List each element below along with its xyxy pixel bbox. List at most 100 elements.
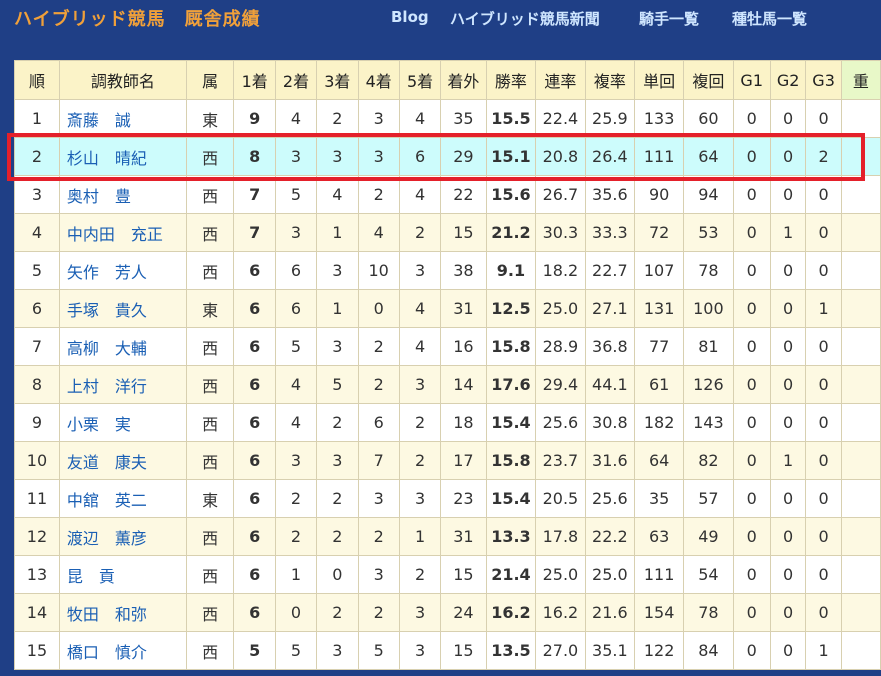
nav-jockey-list-link[interactable]: 騎手一覧	[639, 8, 699, 29]
cell-g3: 0	[805, 327, 842, 366]
col-header-affiliation[interactable]: 属	[185, 60, 235, 100]
cell-g2: 1	[769, 213, 807, 252]
cell-rank: 15	[14, 631, 60, 670]
cell-trainer-name[interactable]: 牧田 和弥	[58, 593, 187, 632]
cell-trainer-name[interactable]: 渡辺 薫彦	[58, 517, 187, 556]
cell-place-return: 100	[683, 289, 734, 328]
cell-second: 4	[274, 99, 318, 138]
col-header-trainer-name[interactable]: 調教師名	[58, 60, 187, 100]
cell-trainer-name[interactable]: 奥村 豊	[58, 175, 187, 214]
cell-place-return: 64	[683, 137, 734, 176]
cell-place-return: 60	[683, 99, 734, 138]
cell-g3: 0	[805, 99, 842, 138]
nav-hybrid-newspaper-link[interactable]: ハイブリッド競馬新聞	[450, 8, 600, 29]
cell-second: 5	[274, 175, 318, 214]
cell-g1: 0	[732, 517, 771, 556]
col-header-g3[interactable]: G3	[805, 60, 842, 100]
cell-trainer-name[interactable]: 友道 康夫	[58, 441, 187, 480]
cell-third: 3	[316, 251, 359, 290]
col-header-quinella-rate[interactable]: 連率	[535, 60, 586, 100]
trainer-stats-table-container[interactable]: 順調教師名属 1着 2着 3着 4着 5着 着外 勝率 連率 複率 単回 複回 G1 G2 G3 重 1 斎藤 …	[14, 60, 881, 676]
cell-first: 6	[233, 365, 276, 404]
col-header-fourth[interactable]: 4着	[357, 60, 400, 100]
cell-place-rate: 35.1	[584, 631, 636, 670]
cell-trainer-name[interactable]: 矢作 芳人	[58, 251, 187, 290]
cell-place-rate: 44.1	[584, 365, 636, 404]
cell-win-rate: 17.6	[485, 365, 537, 404]
table-row: 4 中内田 充正西 7 3 1 4 2 15 21.2 30.3 33.3 72 53 0 1 0	[14, 213, 881, 252]
cell-win-rate: 21.4	[485, 555, 537, 594]
nav-sire-list-link[interactable]: 種牡馬一覧	[732, 8, 807, 29]
cell-trainer-name[interactable]: 斎藤 誠	[58, 99, 187, 138]
cell-win-return: 77	[634, 327, 685, 366]
col-header-place-return[interactable]: 複回	[683, 60, 734, 100]
col-header-g1[interactable]: G1	[732, 60, 771, 100]
col-header-second[interactable]: 2着	[274, 60, 318, 100]
cell-fifth: 3	[398, 593, 442, 632]
cell-win-return: 64	[634, 441, 685, 480]
cell-trainer-name[interactable]: 小栗 実	[58, 403, 187, 442]
table-row: 7 高柳 大輔西 6 5 3 2 4 16 15.8 28.9 36.8 77 81 0 0 0	[14, 327, 881, 366]
table-row: 2 杉山 晴紀西 8 3 3 3 6 29 15.1 20.8 26.4 111 64 0 0 2	[14, 137, 881, 176]
cell-g2: 0	[769, 137, 807, 176]
table-row: 8 上村 洋行西 6 4 5 2 3 14 17.6 29.4 44.1 61 126 0 0 0	[14, 365, 881, 404]
table-row: 3 奥村 豊西 7 5 4 2 4 22 15.6 26.7 35.6 90 94 0 0 0	[14, 175, 881, 214]
cell-quinella-rate: 18.2	[535, 251, 586, 290]
cell-fourth: 2	[357, 517, 400, 556]
cell-g2: 1	[769, 441, 807, 480]
cell-quinella-rate: 25.6	[535, 403, 586, 442]
col-header-place-rate[interactable]: 複率	[584, 60, 636, 100]
cell-trainer-name[interactable]: 橋口 慎介	[58, 631, 187, 670]
cell-g2: 0	[769, 175, 807, 214]
cell-trainer-name[interactable]: 手塚 貴久	[58, 289, 187, 328]
col-header-unplaced[interactable]: 着外	[440, 60, 487, 100]
cell-win-rate: 15.1	[485, 137, 537, 176]
col-header-win-rate[interactable]: 勝率	[485, 60, 537, 100]
cell-fourth: 3	[357, 99, 400, 138]
cell-quinella-rate: 20.8	[535, 137, 586, 176]
cell-extra	[840, 517, 881, 556]
cell-place-return: 78	[683, 593, 734, 632]
cell-fourth: 3	[357, 555, 400, 594]
cell-trainer-name[interactable]: 中内田 充正	[58, 213, 187, 252]
cell-place-return: 49	[683, 517, 734, 556]
cell-place-return: 143	[683, 403, 734, 442]
col-header-g2[interactable]: G2	[769, 60, 807, 100]
cell-affiliation: 西	[185, 593, 235, 632]
cell-rank: 10	[14, 441, 60, 480]
cell-extra	[840, 593, 881, 632]
col-header-rank[interactable]: 順	[14, 60, 60, 100]
cell-g1: 0	[732, 403, 771, 442]
cell-first: 6	[233, 517, 276, 556]
cell-affiliation: 西	[185, 213, 235, 252]
cell-trainer-name[interactable]: 杉山 晴紀	[58, 137, 187, 176]
col-header-fifth[interactable]: 5着	[398, 60, 442, 100]
cell-unplaced: 14	[440, 365, 487, 404]
col-header-first[interactable]: 1着	[233, 60, 276, 100]
cell-trainer-name[interactable]: 中舘 英二	[58, 479, 187, 518]
nav-blog-link[interactable]: Blog	[391, 8, 429, 26]
cell-trainer-name[interactable]: 上村 洋行	[58, 365, 187, 404]
cell-fourth: 3	[357, 479, 400, 518]
cell-fifth: 1	[398, 517, 442, 556]
cell-g2: 0	[769, 327, 807, 366]
cell-fourth: 10	[357, 251, 400, 290]
cell-g1: 0	[732, 555, 771, 594]
col-header-third[interactable]: 3着	[316, 60, 359, 100]
cell-place-return: 84	[683, 631, 734, 670]
cell-win-return: 133	[634, 99, 685, 138]
cell-g3: 0	[805, 517, 842, 556]
cell-g1: 0	[732, 99, 771, 138]
col-header-win-return[interactable]: 単回	[634, 60, 685, 100]
cell-place-rate: 30.8	[584, 403, 636, 442]
cell-fifth: 2	[398, 441, 442, 480]
cell-trainer-name[interactable]: 高柳 大輔	[58, 327, 187, 366]
col-header-extra[interactable]: 重	[840, 60, 881, 100]
cell-place-rate: 25.9	[584, 99, 636, 138]
cell-trainer-name[interactable]: 昆 貢	[58, 555, 187, 594]
site-title[interactable]: ハイブリッド競馬 厩舎成績	[14, 5, 261, 31]
cell-g3: 0	[805, 213, 842, 252]
cell-g3: 0	[805, 555, 842, 594]
cell-win-rate: 21.2	[485, 213, 537, 252]
cell-rank: 9	[14, 403, 60, 442]
